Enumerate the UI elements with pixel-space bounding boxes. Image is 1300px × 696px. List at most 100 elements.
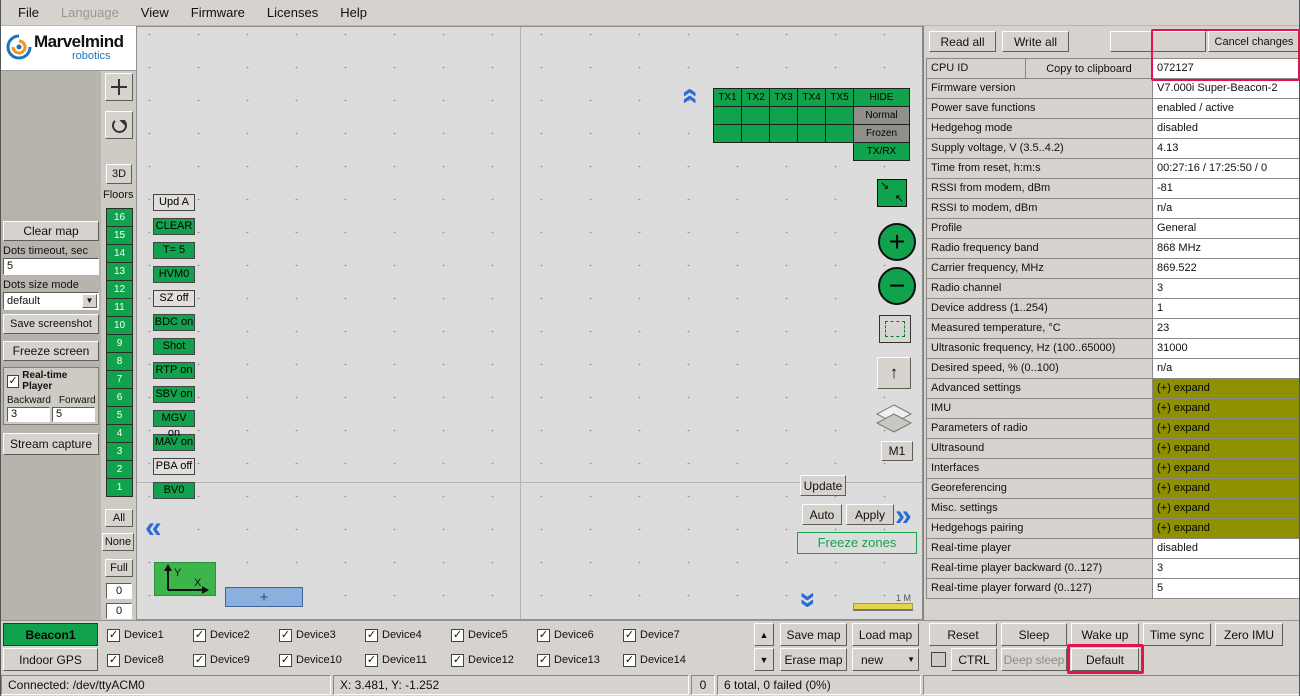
ctrl-checkbox[interactable] [931,652,946,667]
map-toggle-clear[interactable]: CLEAR [153,218,195,235]
floor-cell-10[interactable]: 10 [106,316,133,335]
clear-map-button[interactable]: Clear map [3,221,99,241]
setting-expand-button[interactable]: (+) expand [1152,458,1300,479]
device-checkbox[interactable]: ✓ [537,629,550,642]
setting-value[interactable]: 3 [1152,278,1300,299]
setting-value[interactable]: disabled [1152,118,1300,139]
layers-icon[interactable] [875,403,913,438]
copy-to-clipboard-button[interactable]: Copy to clipboard [1025,58,1153,79]
save-map-button[interactable]: Save map [780,623,847,646]
device-checkbox[interactable]: ✓ [623,629,636,642]
indoor-gps-tab[interactable]: Indoor GPS [3,648,98,671]
device-checkbox[interactable]: ✓ [193,629,206,642]
reset-button[interactable]: Reset [929,623,997,646]
map-toggle-rtp-on[interactable]: RTP on [153,362,195,379]
floor-cell-16[interactable]: 16 [106,208,133,227]
tx-normal-button[interactable]: Normal [853,106,910,125]
setting-expand-button[interactable]: (+) expand [1152,398,1300,419]
pan-tool-button[interactable] [105,73,133,101]
write-all-button[interactable]: Write all [1002,31,1069,52]
setting-value[interactable]: 869.522 [1152,258,1300,279]
device-checkbox[interactable]: ✓ [365,654,378,667]
floor-cell-13[interactable]: 13 [106,262,133,281]
menu-item-view[interactable]: View [130,5,180,20]
wake-up-button[interactable]: Wake up [1071,623,1139,646]
map-toggle-mgv-on[interactable]: MGV on [153,410,195,427]
setting-value[interactable]: enabled / active [1152,98,1300,119]
backward-input[interactable]: 3 [7,407,50,422]
setting-expand-button[interactable]: (+) expand [1152,498,1300,519]
cpu-id-value[interactable]: 072127 [1152,58,1300,79]
rotate-tool-button[interactable] [105,111,133,139]
menu-item-help[interactable]: Help [329,5,378,20]
menu-item-language[interactable]: Language [50,5,130,20]
floor-cell-14[interactable]: 14 [106,244,133,263]
read-all-button[interactable]: Read all [929,31,996,52]
setting-value[interactable]: n/a [1152,198,1300,219]
tx-header-tx5[interactable]: TX5 [825,88,854,107]
pan-left-chevron-icon[interactable]: « [145,517,162,539]
m1-button[interactable]: M1 [881,441,913,461]
zoom-out-button[interactable]: − [878,267,916,305]
tx-header-tx2[interactable]: TX2 [741,88,770,107]
map-up-arrow-button[interactable]: ↑ [877,357,911,389]
follow-mode-icon[interactable]: ↘ ↖ [877,179,907,207]
zero-imu-button[interactable]: Zero IMU [1215,623,1283,646]
zoom-in-button[interactable]: + [878,223,916,261]
setting-expand-button[interactable]: (+) expand [1152,438,1300,459]
dots-path-icon[interactable] [879,315,911,343]
map-toggle-t-5[interactable]: T= 5 [153,242,195,259]
tx-normal-cell[interactable] [741,106,770,125]
freeze-screen-button[interactable]: Freeze screen [3,341,99,361]
menu-item-firmware[interactable]: Firmware [180,5,256,20]
tx-frozen-cell[interactable] [741,124,770,143]
map-toggle-sz-off[interactable]: SZ off [153,290,195,307]
select-all-button[interactable]: All [105,509,133,527]
device-checkbox[interactable]: ✓ [451,629,464,642]
floor-cell-2[interactable]: 2 [106,460,133,479]
setting-value[interactable]: V7.000i Super-Beacon-2 [1152,78,1300,99]
save-screenshot-button[interactable]: Save screenshot [3,314,99,334]
map-select-dropdown[interactable]: new ▼ [852,648,919,671]
floor-cell-3[interactable]: 3 [106,442,133,461]
device-checkbox[interactable]: ✓ [107,629,120,642]
floor-cell-9[interactable]: 9 [106,334,133,353]
tx-header-tx4[interactable]: TX4 [797,88,826,107]
device-checkbox[interactable]: ✓ [365,629,378,642]
update-button[interactable]: Update [800,475,846,496]
device-list-up-button[interactable]: ▲ [754,623,774,646]
setting-value[interactable]: 3 [1152,558,1300,579]
menu-item-file[interactable]: File [7,5,50,20]
map-toggle-bv0[interactable]: BV0 [153,482,195,499]
tx-frozen-cell[interactable] [713,124,742,143]
auto-button[interactable]: Auto [802,504,842,525]
tx-header-tx3[interactable]: TX3 [769,88,798,107]
dots-timeout-input[interactable]: 5 [3,258,99,275]
floor-cell-11[interactable]: 11 [106,298,133,317]
floor-cell-12[interactable]: 12 [106,280,133,299]
setting-value[interactable]: 5 [1152,578,1300,599]
map-toggle-shot[interactable]: Shot [153,338,195,355]
device-checkbox[interactable]: ✓ [279,629,292,642]
select-none-button[interactable]: None [102,533,134,551]
floor-cell-6[interactable]: 6 [106,388,133,407]
map-toggle-bdc-on[interactable]: BDC on [153,314,195,331]
tx-normal-cell[interactable] [797,106,826,125]
menu-item-licenses[interactable]: Licenses [256,5,329,20]
tx-frozen-cell[interactable] [769,124,798,143]
tx-normal-cell[interactable] [713,106,742,125]
setting-value[interactable]: General [1152,218,1300,239]
forward-input[interactable]: 5 [52,407,95,422]
map-area[interactable]: Upd ACLEART= 5HVM0SZ offBDC onShotRTP on… [136,26,923,620]
device-checkbox[interactable]: ✓ [623,654,636,667]
device-checkbox[interactable]: ✓ [451,654,464,667]
dots-size-caret-icon[interactable]: ▼ [82,294,97,308]
setting-value[interactable]: 31000 [1152,338,1300,359]
floor-cell-5[interactable]: 5 [106,406,133,425]
setting-value[interactable]: n/a [1152,358,1300,379]
device-checkbox[interactable]: ✓ [193,654,206,667]
device-checkbox[interactable]: ✓ [279,654,292,667]
tx-frozen-cell[interactable] [825,124,854,143]
blank-button[interactable] [1110,31,1206,52]
device-list-down-button[interactable]: ▼ [754,648,774,671]
